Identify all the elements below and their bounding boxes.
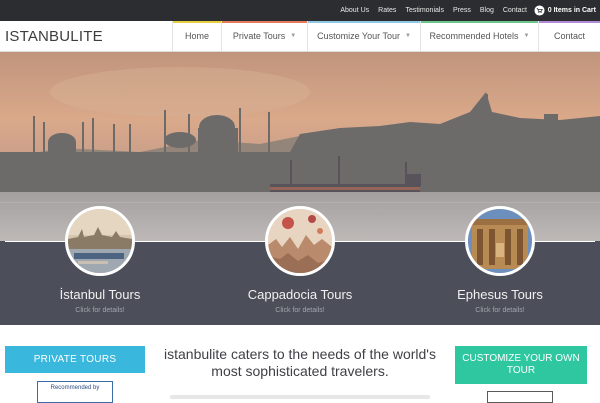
nav-recommended-hotels[interactable]: Recommended Hotels ▼ [420,21,538,51]
cappadocia-thumbnail[interactable] [265,206,335,276]
cappadocia-image [268,209,332,273]
nav-accent-bar [222,21,307,23]
divider-line [534,241,595,242]
nav-accent-bar [173,21,221,23]
nav-label: Contact [553,31,586,41]
link-press[interactable]: Press [453,7,471,14]
main-menu: Home Private Tours ▼ Customize Your Tour… [172,21,600,51]
nav-contact[interactable]: Contact [538,21,600,51]
cart-label: 0 Items in Cart [547,7,596,14]
tile-subtitle: Click for details! [275,307,325,314]
top-utility-bar: About Us Rates Testimonials Press Blog C… [0,0,600,21]
nav-accent-bar [421,21,538,23]
badge-label: Recommended by [50,385,100,391]
tile-subtitle: Click for details! [75,307,125,314]
utility-links: About Us Rates Testimonials Press Blog C… [331,0,527,21]
divider-line [134,241,266,242]
chevron-down-icon: ▼ [290,33,297,39]
main-navbar: ISTANBULITE Home Private Tours ▼ Customi… [0,21,600,52]
nav-accent-bar [539,21,600,23]
nav-label: Home [184,31,209,41]
tile-title: İstanbul Tours [59,287,141,302]
tile-title: Cappadocia Tours [247,287,353,302]
nav-label: Private Tours [232,31,286,41]
chevron-down-icon: ▼ [404,33,411,39]
intro-body-text-placeholder [170,395,430,399]
customize-tour-button[interactable]: CUSTOMIZE YOUR OWN TOUR [455,346,587,384]
link-testimonials[interactable]: Testimonials [405,7,444,14]
intro-section: PRIVATE TOURS Recommended by istanbulite… [0,325,600,403]
link-about-us[interactable]: About Us [340,7,369,14]
cart-icon [534,5,545,16]
divider-line [5,241,66,242]
ephesus-image [468,209,532,273]
private-tours-button[interactable]: PRIVATE TOURS [5,346,145,373]
chevron-down-icon: ▼ [523,33,530,39]
divider-line [334,241,466,242]
intro-tagline: istanbulite caters to the needs of the w… [164,346,436,379]
istanbul-image [68,209,132,273]
nav-label: Customize Your Tour [317,31,400,41]
tile-subtitle: Click for details! [475,307,525,314]
link-blog[interactable]: Blog [480,7,494,14]
istanbul-thumbnail[interactable] [65,206,135,276]
nav-private-tours[interactable]: Private Tours ▼ [221,21,307,51]
link-contact[interactable]: Contact [503,7,527,14]
nav-customize-your-tour[interactable]: Customize Your Tour ▼ [307,21,420,51]
site-logo[interactable]: ISTANBULITE [5,28,103,45]
nav-label: Recommended Hotels [429,31,519,41]
partner-badge[interactable] [487,391,553,403]
cart-link[interactable]: 0 Items in Cart [534,0,596,21]
tile-title: Ephesus Tours [457,287,543,302]
nav-accent-bar [308,21,420,23]
nav-home[interactable]: Home [172,21,221,51]
ephesus-thumbnail[interactable] [465,206,535,276]
link-rates[interactable]: Rates [378,7,396,14]
